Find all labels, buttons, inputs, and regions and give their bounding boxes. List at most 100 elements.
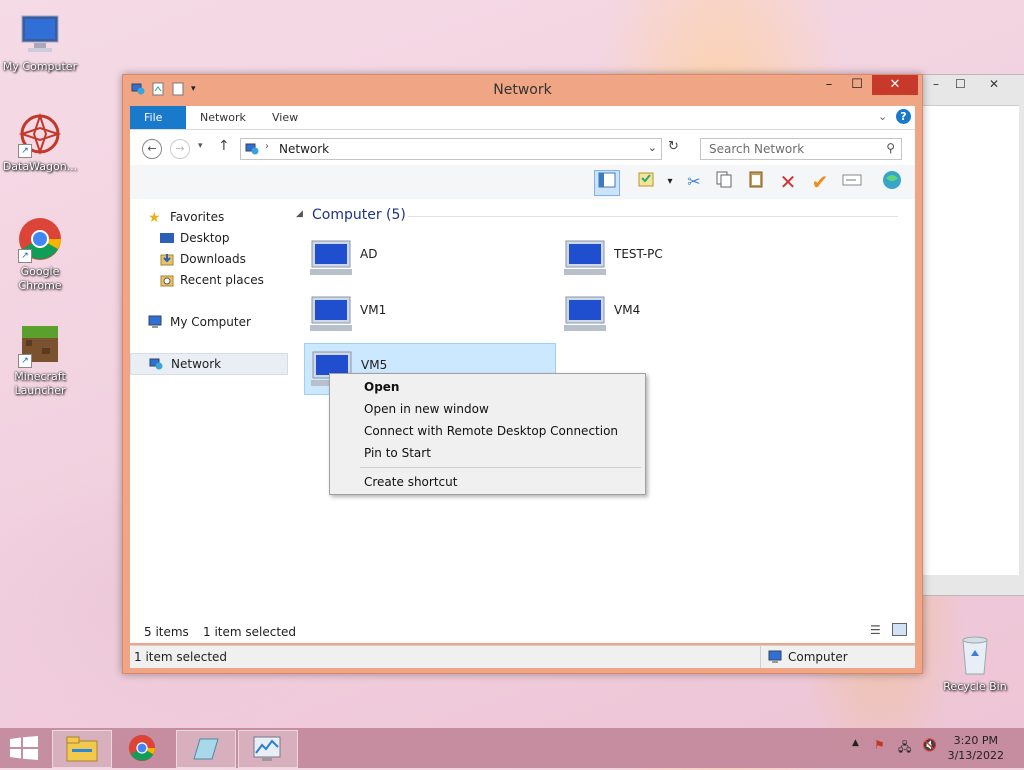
nav-label: Desktop (180, 231, 230, 245)
details-view-icon[interactable]: ☰ (870, 623, 881, 637)
chevron-right-icon: › (265, 141, 269, 152)
clock-time: 3:20 PM (953, 734, 998, 747)
taskbar-file-explorer[interactable] (52, 730, 112, 768)
cut-icon[interactable]: ✂ (682, 170, 706, 194)
desktop-icon-my-computer[interactable]: My Computer (2, 10, 78, 74)
back-button[interactable]: ← (142, 139, 162, 159)
nav-label: Recent places (180, 273, 264, 287)
taskbar-chrome[interactable] (114, 730, 172, 766)
up-arrow-icon[interactable]: ↑ (218, 138, 230, 154)
ribbon-tabs: File Network View ⌄ ? (130, 106, 915, 129)
close-icon[interactable]: ✕ (989, 77, 999, 91)
dropdown-icon[interactable]: ▾ (658, 170, 682, 194)
clock-date: 3/13/2022 (947, 749, 1004, 762)
taskbar-app-4[interactable] (238, 730, 298, 768)
toolbar: ▾ ✂ ✕ ✔ (130, 165, 915, 200)
search-input[interactable]: Search Network ⚲ (700, 138, 902, 160)
maximize-icon[interactable]: ☐ (955, 77, 966, 91)
chrome-icon: ↗ (16, 215, 64, 263)
address-dropdown-icon[interactable]: ⌄ (648, 141, 657, 154)
refresh-icon[interactable]: ↻ (668, 139, 679, 154)
downloads-icon (160, 254, 174, 266)
shortcut-arrow-icon: ↗ (18, 144, 32, 158)
paste-icon[interactable] (744, 170, 768, 194)
delete-icon[interactable]: ✕ (776, 170, 800, 194)
background-window[interactable]: – ☐ ✕ (920, 74, 1024, 596)
computer-icon (16, 10, 64, 58)
desktop-icon-minecraft-launcher[interactable]: ↗ Minecraft Launcher (2, 320, 78, 398)
context-menu: Open Open in new window Connect with Rem… (329, 373, 646, 495)
large-icons-view-icon[interactable] (892, 623, 907, 636)
nav-favorites[interactable]: ★ Favorites (130, 207, 286, 227)
computer-name: VM5 (361, 358, 388, 372)
desktop-icon-datawagon[interactable]: ↗ DataWagon... (2, 110, 78, 174)
details-bar: 5 items 1 item selected ☰ (130, 615, 915, 643)
system-clock[interactable]: 3:20 PM 3/13/2022 (948, 733, 1004, 763)
computer-name: VM4 (614, 303, 641, 317)
close-button[interactable]: ✕ (872, 75, 918, 95)
computer-tile-ad[interactable]: AD (304, 233, 554, 283)
resource-monitor-icon (253, 736, 281, 761)
search-placeholder: Search Network (709, 142, 805, 156)
group-header[interactable]: Computer (5) (312, 207, 406, 223)
ribbon-expand-icon[interactable]: ⌄ (878, 110, 887, 123)
star-icon: ★ (148, 210, 161, 226)
computer-tile-test-pc[interactable]: TEST-PC (558, 233, 808, 283)
computer-icon (768, 650, 782, 663)
taskbar: ▲ ⚑ 🖧 🔇 3:20 PM 3/13/2022 (0, 728, 1024, 768)
window-title: Network (493, 82, 552, 98)
nav-network[interactable]: Network (130, 353, 288, 375)
shortcut-arrow-icon: ↗ (18, 354, 32, 368)
computer-tile-vm1[interactable]: VM1 (304, 289, 554, 339)
address-bar[interactable]: › Network ⌄ (240, 138, 662, 160)
start-button[interactable] (10, 736, 38, 760)
status-bar: 1 item selected Computer (130, 645, 915, 668)
nav-my-computer[interactable]: My Computer (130, 312, 286, 332)
nav-desktop[interactable]: Desktop (130, 228, 286, 248)
maximize-button[interactable]: ☐ (844, 75, 870, 95)
menu-item-open-new-window[interactable]: Open in new window (364, 402, 489, 416)
help-icon[interactable]: ? (896, 109, 911, 124)
desktop-icon-label: DataWagon... (2, 160, 78, 173)
status-divider (760, 646, 761, 668)
tab-view[interactable]: View (258, 106, 312, 129)
desktop-icon-recycle-bin[interactable]: Recycle Bin (937, 630, 1013, 694)
show-hidden-icons[interactable]: ▲ (852, 738, 859, 748)
preview-pane-icon[interactable] (594, 170, 620, 196)
nav-downloads[interactable]: Downloads (130, 249, 286, 269)
globe-icon[interactable] (880, 170, 904, 194)
computer-tile-vm4[interactable]: VM4 (558, 289, 808, 339)
computer-name: VM1 (360, 303, 387, 317)
menu-item-remote-desktop[interactable]: Connect with Remote Desktop Connection (364, 424, 618, 438)
network-tray-icon[interactable]: 🖧 (898, 738, 911, 759)
minimize-icon[interactable]: – (933, 77, 939, 91)
nav-recent-places[interactable]: Recent places (130, 270, 286, 290)
group-divider (408, 216, 898, 217)
navigation-pane: ★ Favorites Desktop Downloads Recent pla… (130, 199, 288, 615)
taskbar-app-3[interactable] (176, 730, 236, 768)
minimize-button[interactable]: – (816, 75, 842, 95)
item-count: 5 items (144, 625, 189, 639)
datawagon-icon: ↗ (16, 110, 64, 158)
menu-item-open[interactable]: Open (364, 380, 399, 394)
properties-icon[interactable] (634, 170, 658, 194)
volume-muted-icon[interactable]: 🔇 (922, 738, 937, 752)
tab-file[interactable]: File (130, 106, 186, 129)
menu-item-create-shortcut[interactable]: Create shortcut (364, 475, 457, 489)
checkmark-icon[interactable]: ✔ (808, 170, 832, 194)
recent-locations-icon[interactable]: ▾ (198, 141, 203, 151)
network-icon (149, 358, 163, 370)
desktop-icon-google-chrome[interactable]: ↗ Google Chrome (2, 215, 78, 293)
tab-network[interactable]: Network (186, 106, 260, 129)
title-bar[interactable]: ▾ Network – ☐ ✕ (123, 75, 922, 105)
menu-item-pin-to-start[interactable]: Pin to Start (364, 446, 431, 460)
selection-count: 1 item selected (203, 625, 297, 639)
notepad-icon (193, 738, 219, 760)
copy-icon[interactable] (712, 170, 736, 194)
rename-icon[interactable] (840, 170, 864, 194)
collapse-group-icon[interactable]: ◢ (296, 209, 303, 219)
shortcut-arrow-icon: ↗ (18, 249, 32, 263)
action-center-icon[interactable]: ⚑ (874, 738, 885, 752)
computer-icon (310, 296, 352, 331)
forward-button[interactable]: → (170, 139, 190, 159)
